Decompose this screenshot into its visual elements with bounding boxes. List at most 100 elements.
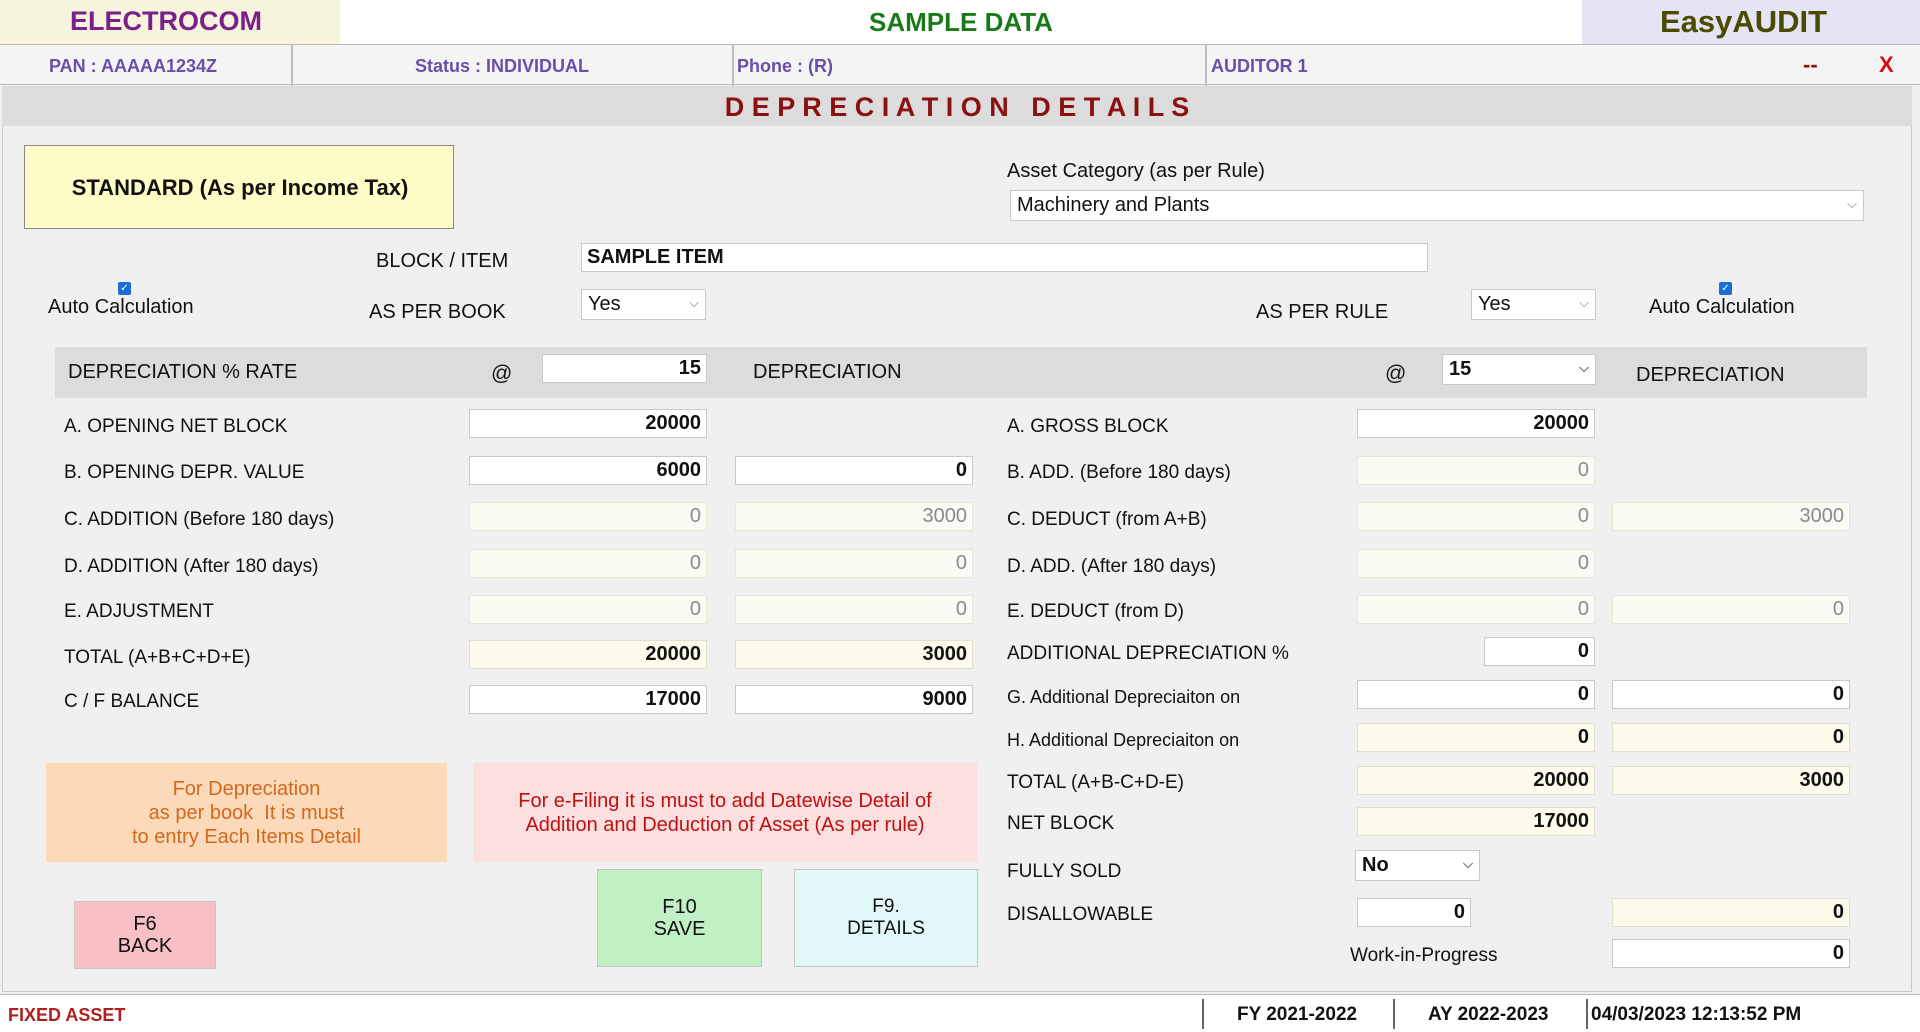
rule-deduct-ab-depr: 3000 <box>1612 502 1850 531</box>
fully-sold-select[interactable]: No ⌵ <box>1355 850 1480 881</box>
book-row-label: A. OPENING NET BLOCK <box>64 416 288 437</box>
rule-deduct-ab-input[interactable]: 0 <box>1357 502 1595 531</box>
cf-balance-value: 17000 <box>469 685 707 714</box>
auto-calculation-left-label: Auto Calculation <box>48 296 194 318</box>
details-button[interactable]: F9. DETAILS <box>794 869 978 967</box>
addition-before-180-depr: 3000 <box>735 502 973 531</box>
auto-calculation-left-checkbox[interactable]: ✓ <box>118 282 131 295</box>
asset-category-select[interactable]: Machinery and Plants ⌵ <box>1010 190 1864 221</box>
chevron-down-icon: ⌵ <box>1579 360 1589 375</box>
block-item-input[interactable]: SAMPLE ITEM <box>581 243 1428 272</box>
rule-row-label: E. DEDUCT (from D) <box>1007 601 1184 622</box>
rule-row-label: DISALLOWABLE <box>1007 904 1154 925</box>
adjustment-depr: 0 <box>735 595 973 624</box>
adjustment-input[interactable]: 0 <box>469 595 707 624</box>
block-item-label: BLOCK / ITEM <box>376 250 509 272</box>
status-bar: FIXED ASSET FY 2021-2022 AY 2022-2023 04… <box>0 994 1920 1032</box>
rule-deduct-d-input[interactable]: 0 <box>1357 595 1595 624</box>
opening-depr-value-input[interactable]: 6000 <box>469 456 707 485</box>
fully-sold-value: No <box>1362 854 1389 876</box>
save-button[interactable]: F10 SAVE <box>597 869 762 967</box>
depreciation-rate-label: DEPRECIATION % RATE <box>68 361 298 383</box>
chevron-down-icon: ⌵ <box>1463 856 1473 871</box>
info-bar: PAN : AAAAA1234Z Status : INDIVIDUAL Pho… <box>0 44 1920 86</box>
status-divider <box>1586 999 1588 1029</box>
addition-after-180-input[interactable]: 0 <box>469 549 707 578</box>
efiling-note-line: Addition and Deduction of Asset (As per … <box>525 814 925 836</box>
rule-add-after-180-input[interactable]: 0 <box>1357 549 1595 578</box>
at-symbol-left: @ <box>491 362 513 385</box>
close-button[interactable]: X <box>1879 52 1894 78</box>
book-note-line: to entry Each Items Detail <box>132 826 361 848</box>
book-row-label: E. ADJUSTMENT <box>64 601 214 622</box>
depreciation-left-label: DEPRECIATION <box>753 361 902 383</box>
book-rate-input[interactable]: 15 <box>542 354 707 383</box>
book-row-label: TOTAL (A+B+C+D+E) <box>64 647 251 668</box>
status-label: Status : INDIVIDUAL <box>415 56 590 76</box>
rule-row-label: ADDITIONAL DEPRECIATION % <box>1007 643 1289 664</box>
rule-row-label: H. Additional Depreciaiton on <box>1007 730 1240 750</box>
as-per-book-label: AS PER BOOK <box>369 301 506 323</box>
rule-row-label: A. GROSS BLOCK <box>1007 416 1169 437</box>
standard-mode-label: STANDARD (As per Income Tax) <box>71 175 409 200</box>
auditor-label: AUDITOR 1 <box>1211 56 1308 76</box>
rule-deduct-d-depr: 0 <box>1612 595 1850 624</box>
addition-before-180-input[interactable]: 0 <box>469 502 707 531</box>
additional-depr-h-input[interactable]: 0 <box>1357 723 1595 752</box>
opening-depr-amount-input[interactable]: 0 <box>735 456 973 485</box>
additional-depr-h-depr[interactable]: 0 <box>1612 723 1850 752</box>
disallowable-depr[interactable]: 0 <box>1612 898 1850 927</box>
opening-net-block-input[interactable]: 20000 <box>469 409 707 438</box>
rule-row-label: TOTAL (A+B-C+D-E) <box>1007 772 1185 793</box>
auto-calculation-right-checkbox[interactable]: ✓ <box>1719 282 1732 295</box>
save-button-key: F10 <box>662 896 697 918</box>
book-row-label: B. OPENING DEPR. VALUE <box>64 462 305 483</box>
as-per-rule-select[interactable]: Yes ⌵ <box>1471 289 1596 320</box>
details-button-key: F9. <box>872 896 900 917</box>
chevron-down-icon: ⌵ <box>1847 196 1857 211</box>
as-per-book-value: Yes <box>588 293 621 315</box>
back-button-key: F6 <box>133 913 157 935</box>
work-in-progress-input[interactable]: 0 <box>1612 939 1850 968</box>
as-per-rule-value: Yes <box>1478 293 1511 315</box>
ay-label: AY 2022-2023 <box>1428 1004 1549 1025</box>
details-button-label: DETAILS <box>847 918 925 939</box>
rule-row-label: C. DEDUCT (from A+B) <box>1007 509 1207 530</box>
company-panel: ELECTROCOM <box>0 0 340 44</box>
data-title: SAMPLE DATA <box>869 7 1053 37</box>
header-bar: ELECTROCOM SAMPLE DATA EasyAUDIT <box>0 0 1920 44</box>
minimize-button[interactable]: -- <box>1803 52 1818 78</box>
as-per-book-select[interactable]: Yes ⌵ <box>581 289 706 320</box>
info-divider <box>291 45 293 86</box>
book-note-line: as per book It is must <box>148 802 345 824</box>
gross-block-input[interactable]: 20000 <box>1357 409 1595 438</box>
rule-row-label: FULLY SOLD <box>1007 861 1122 882</box>
addition-after-180-depr: 0 <box>735 549 973 578</box>
asset-category-value: Machinery and Plants <box>1017 194 1210 216</box>
page-title: D E P R E C I A T I O N D E T A I L S <box>724 92 1190 122</box>
rule-add-before-180-input[interactable]: 0 <box>1357 456 1595 485</box>
status-divider <box>1393 999 1395 1029</box>
rule-rate-select[interactable]: 15 ⌵ <box>1442 354 1596 385</box>
info-divider <box>1205 45 1207 86</box>
additional-depr-percent-input[interactable]: 0 <box>1484 637 1595 666</box>
standard-mode-box: STANDARD (As per Income Tax) <box>24 145 454 229</box>
additional-depr-g-input[interactable]: 0 <box>1357 680 1595 709</box>
net-block-value: 17000 <box>1357 807 1595 836</box>
book-row-label: D. ADDITION (After 180 days) <box>64 556 319 577</box>
chevron-down-icon: ⌵ <box>689 295 699 310</box>
info-divider <box>732 45 734 86</box>
rule-rate-value: 15 <box>1449 358 1472 380</box>
rule-row-label: D. ADD. (After 180 days) <box>1007 556 1217 577</box>
book-note-box: For Depreciation as per book It is must … <box>46 763 447 862</box>
disallowable-input[interactable]: 0 <box>1357 898 1471 927</box>
chevron-down-icon: ⌵ <box>1579 295 1589 310</box>
book-row-label: C. ADDITION (Before 180 days) <box>64 509 335 530</box>
additional-depr-g-depr[interactable]: 0 <box>1612 680 1850 709</box>
as-per-rule-label: AS PER RULE <box>1256 301 1389 323</box>
status-divider <box>1202 999 1204 1029</box>
efiling-note-box: For e-Filing it is must to add Datewise … <box>473 763 977 862</box>
rule-row-label: B. ADD. (Before 180 days) <box>1007 462 1231 483</box>
back-button[interactable]: F6 BACK <box>74 901 216 969</box>
pan-label: PAN : AAAAA1234Z <box>49 56 218 76</box>
